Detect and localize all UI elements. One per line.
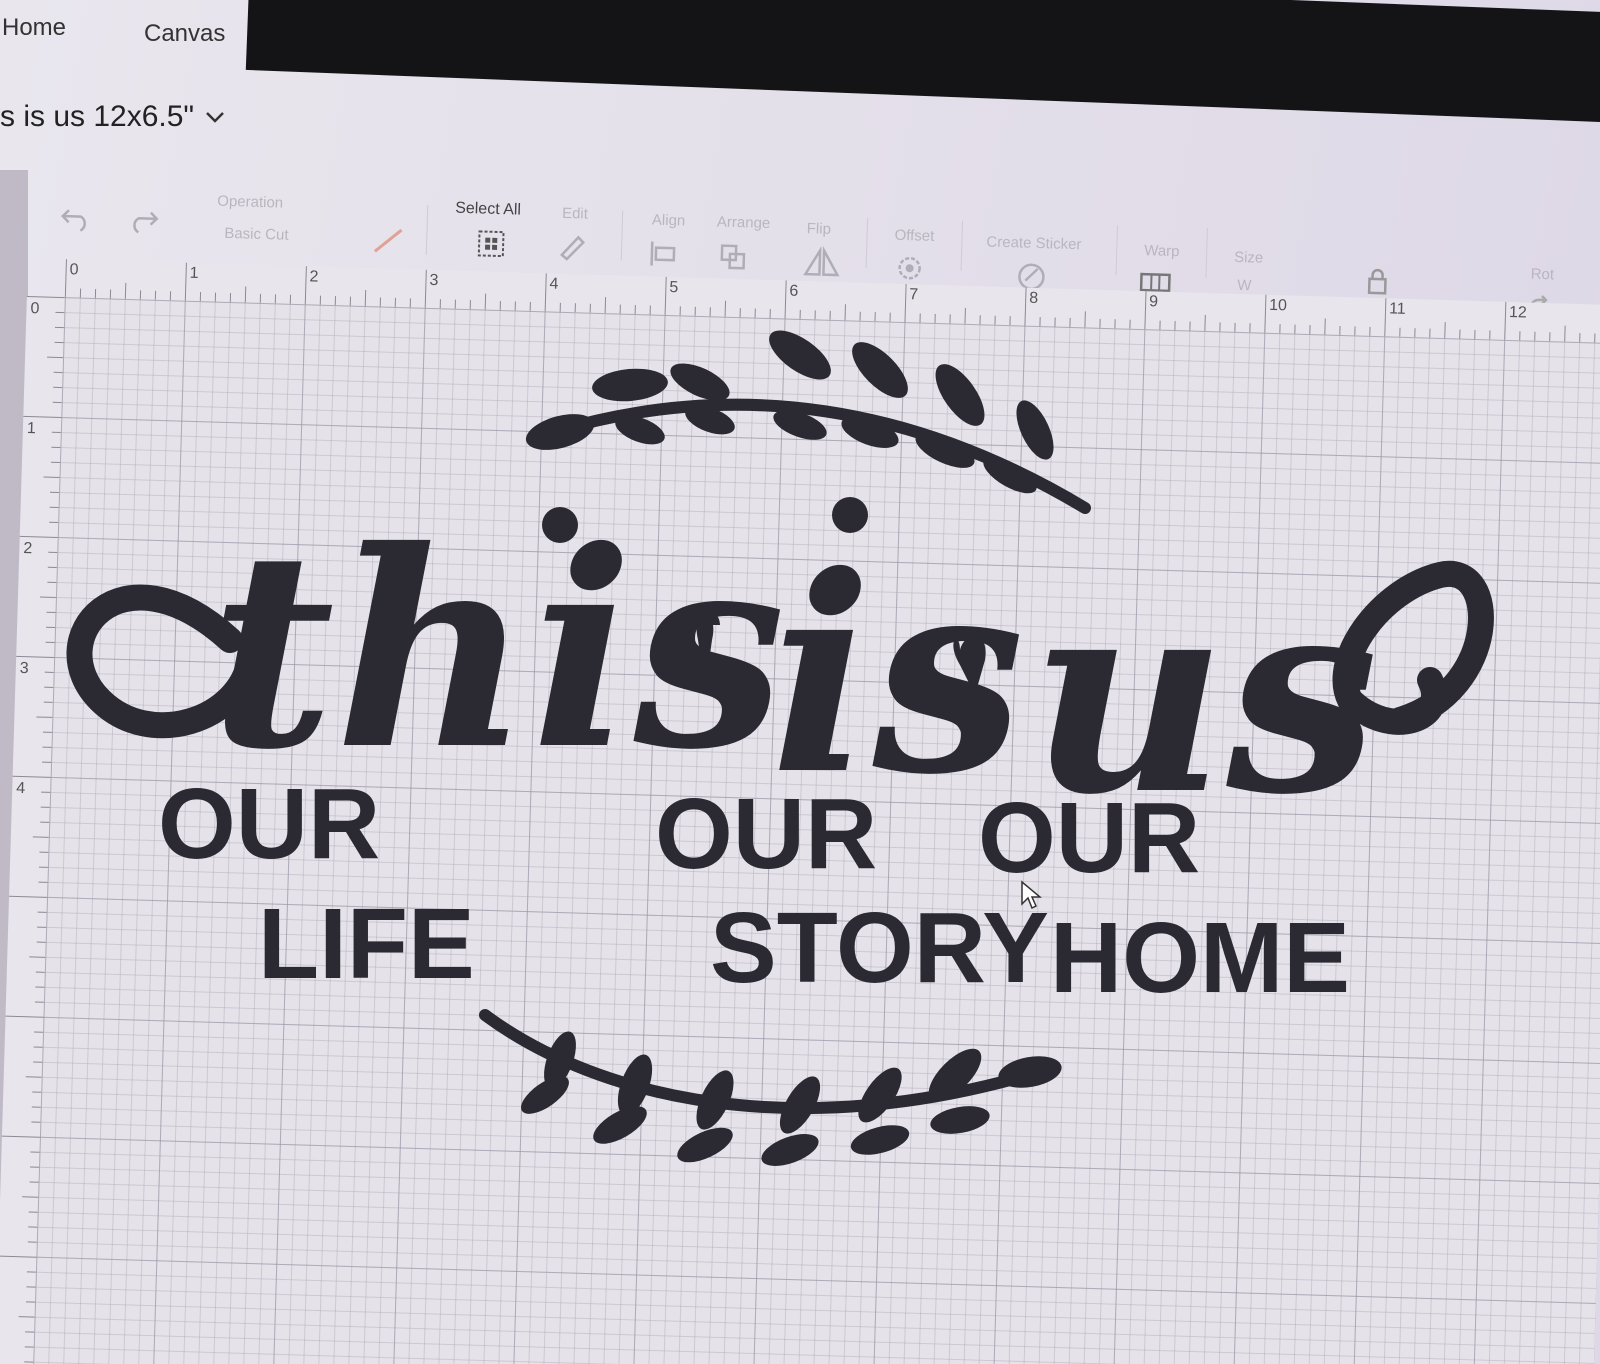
caption-our-2: OUR [655,778,877,890]
design-artwork[interactable]: this is us OUR LIFE OUR STORY OUR HOME [0,0,1600,1364]
caption-our-3: OUR [978,782,1200,894]
script-word-this: this [210,491,786,809]
cursor-icon [1021,880,1042,910]
caption-home: HOME [1050,902,1350,1014]
caption-story: STORY [710,892,1049,1004]
caption-life: LIFE [258,888,475,1000]
screen: Home Canvas s is us 12x6.5" Operation Ba… [0,0,1600,1364]
bottom-branch-icon [479,1009,1062,1166]
caption-our-1: OUR [158,768,380,880]
top-branch-icon [525,330,1091,514]
